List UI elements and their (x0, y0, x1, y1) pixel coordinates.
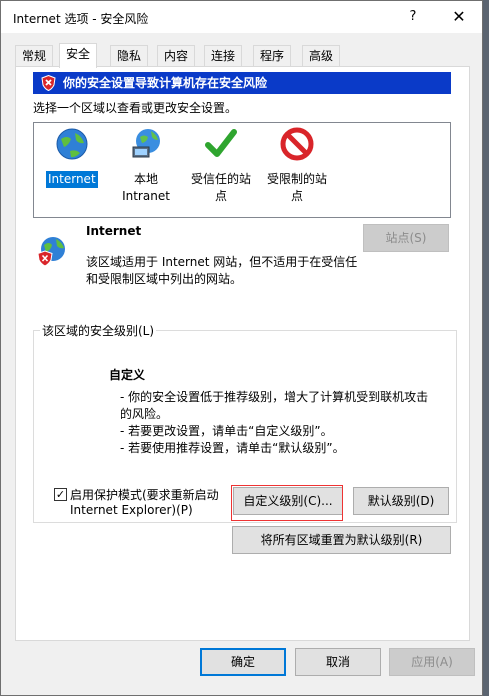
ok-button[interactable]: 确定 (200, 648, 286, 676)
zone-trusted-sites-label-1: 受信任的站 (190, 172, 251, 186)
security-level-group-title: 该区域的安全级别(L) (40, 322, 157, 339)
tab-connections[interactable]: 连接 (204, 45, 243, 67)
zone-list: Internet 本地 Intranet 受信任的站 点 受限制的站 点 (33, 122, 451, 218)
background-strip (483, 0, 489, 696)
zone-restricted-sites-label-1: 受限制的站 (266, 172, 327, 186)
tab-general[interactable]: 常规 (15, 45, 54, 67)
zone-internet[interactable]: Internet (46, 127, 98, 188)
default-level-button[interactable]: 默认级别(D) (353, 487, 449, 515)
zone-restricted-sites[interactable]: 受限制的站 点 (264, 127, 330, 205)
green-check-icon (205, 129, 237, 157)
tab-content[interactable]: 内容 (157, 45, 196, 67)
zone-local-intranet-label-1: 本地 (133, 172, 158, 186)
protected-mode-checkbox[interactable]: ✓ (54, 488, 67, 501)
intranet-globe-icon (132, 129, 160, 158)
level-bullet3: - 若要使用推荐设置，请单击“默认级别”。 (120, 441, 345, 455)
zone-info-desc-line1: 该区域适用于 Internet 网站，但不适用于在受信任 (86, 255, 358, 269)
level-bullet2: - 若要更改设置，请单击“自定义级别”。 (120, 424, 333, 438)
zone-local-intranet-label-2: Intranet (122, 189, 170, 203)
tab-security[interactable]: 安全 (59, 43, 98, 68)
help-button[interactable]: ? (390, 1, 436, 33)
window-title: Internet 选项 - 安全风险 (13, 12, 149, 26)
warning-shield-icon (41, 75, 56, 91)
cancel-button[interactable]: 取消 (295, 648, 381, 676)
protected-mode-label-line2: Internet Explorer)(P) (70, 503, 193, 517)
close-button[interactable]: ✕ (436, 1, 482, 33)
security-tab-panel: 你的安全设置导致计算机存在安全风险 选择一个区域以查看或更改安全设置。 Inte… (15, 66, 470, 641)
title-bar: Internet 选项 - 安全风险 ? ✕ (1, 1, 482, 33)
security-warning-bar: 你的安全设置导致计算机存在安全风险 (33, 72, 451, 94)
zone-trusted-sites[interactable]: 受信任的站 点 (188, 127, 254, 205)
security-level-name: 自定义 (109, 368, 146, 382)
level-bullet1-line1: - 你的安全设置低于推荐级别，增大了计算机受到联机攻击 (120, 390, 429, 404)
zone-internet-label: Internet (46, 171, 98, 188)
sites-button[interactable]: 站点(S) (363, 224, 449, 252)
apply-button[interactable]: 应用(A) (389, 648, 475, 676)
zone-info-title: Internet (86, 224, 142, 238)
restricted-icon (280, 127, 314, 161)
protected-mode-label-line1: 启用保护模式(要求重新启动 (70, 488, 219, 502)
globe-icon (56, 128, 88, 160)
tab-programs[interactable]: 程序 (253, 45, 292, 67)
zone-local-intranet[interactable]: 本地 Intranet (122, 127, 170, 205)
highlight-box (231, 485, 343, 521)
tab-advanced[interactable]: 高级 (302, 45, 341, 67)
reset-all-zones-button[interactable]: 将所有区域重置为默认级别(R) (232, 526, 451, 554)
internet-zone-warning-icon (37, 237, 65, 267)
level-bullet1-line2: 的风险。 (120, 407, 169, 421)
internet-options-dialog: Internet 选项 - 安全风险 ? ✕ 常规 安全 隐私 内容 连接 程序… (0, 0, 483, 696)
security-warning-text: 你的安全设置导致计算机存在安全风险 (63, 76, 268, 90)
tab-privacy[interactable]: 隐私 (110, 45, 149, 67)
select-zone-text: 选择一个区域以查看或更改安全设置。 (33, 101, 238, 115)
zone-info-desc-line2: 和受限制区域中列出的网站。 (86, 272, 243, 286)
zone-restricted-sites-label-2: 点 (290, 189, 303, 203)
zone-trusted-sites-label-2: 点 (214, 189, 227, 203)
